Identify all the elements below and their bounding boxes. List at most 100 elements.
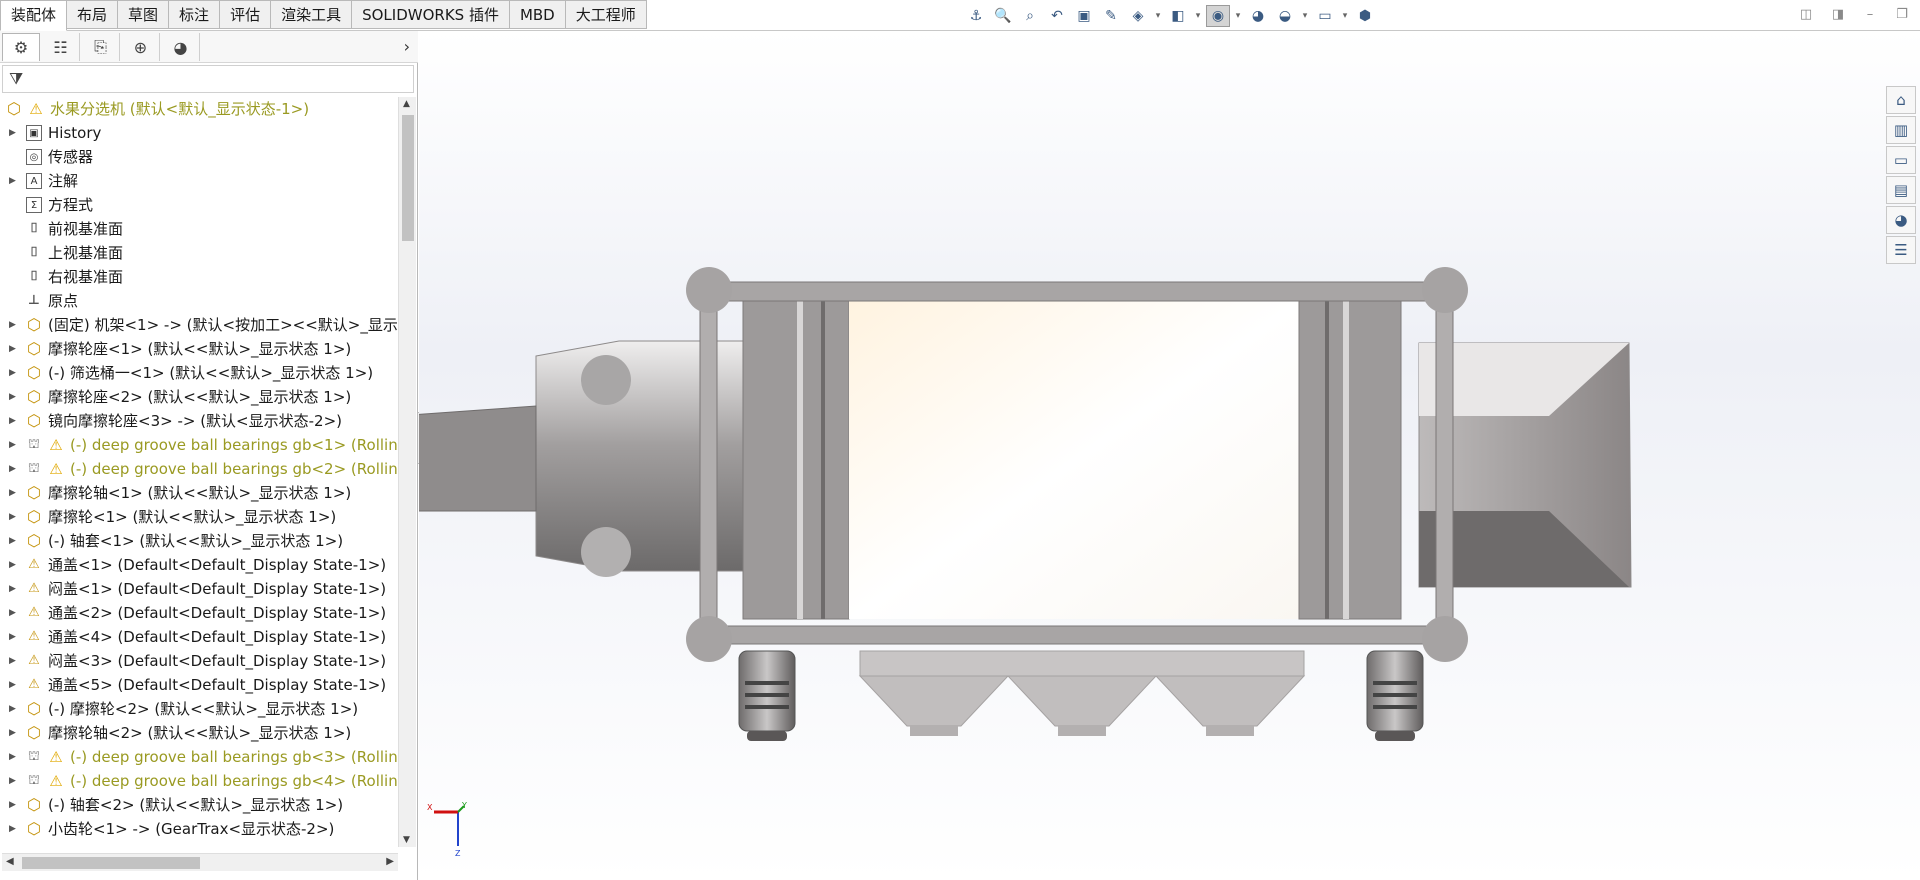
- chevron-down-icon[interactable]: ▾: [1193, 5, 1203, 27]
- tab-evaluate[interactable]: 评估: [220, 0, 272, 29]
- scroll-up-icon[interactable]: ▲: [403, 99, 410, 109]
- scroll-thumb[interactable]: [402, 115, 414, 241]
- tree-item[interactable]: ▶ ⬡ (-) 筛选桶一<1> (默认<<默认>_显示状态 1>): [0, 361, 402, 385]
- zoom-to-fit-icon[interactable]: 🔍: [991, 5, 1015, 27]
- custom-properties-icon[interactable]: ☰: [1886, 236, 1916, 264]
- expand-icon[interactable]: ▶: [9, 601, 19, 625]
- expand-icon[interactable]: ▶: [9, 817, 19, 841]
- expand-icon[interactable]: ▶: [9, 793, 19, 817]
- file-explorer-icon[interactable]: ▭: [1886, 146, 1916, 174]
- tile-right-icon[interactable]: ◨: [1828, 5, 1848, 25]
- tab-big-engineer[interactable]: 大工程师: [565, 0, 647, 29]
- tree-item[interactable]: ⬡ ⚠ 水果分选机 (默认<默认_显示状态-1>): [0, 97, 402, 121]
- tab-mbd[interactable]: MBD: [509, 0, 566, 29]
- expand-icon[interactable]: ▶: [9, 721, 19, 745]
- view-orientation-menu-icon[interactable]: ◈: [1126, 5, 1150, 27]
- tree-item[interactable]: ▶ ⬡ 小齿轮<1> -> (GearTrax<显示状态-2>): [0, 817, 402, 841]
- chevron-down-icon[interactable]: ▾: [1300, 5, 1310, 27]
- expand-icon[interactable]: ▶: [9, 121, 19, 145]
- tree-item[interactable]: ▶ A 注解: [0, 169, 402, 193]
- expand-icon[interactable]: ▶: [9, 769, 19, 793]
- tree-item[interactable]: ◎ 传感器: [0, 145, 402, 169]
- view-orientation-icon[interactable]: ⚓: [964, 5, 988, 27]
- tab-layout[interactable]: 布局: [67, 0, 119, 29]
- minimize-icon[interactable]: –: [1860, 5, 1880, 25]
- tree-item[interactable]: ▶ ⬡ (固定) 机架<1> -> (默认<按加工><<默认>_显示状: [0, 313, 402, 337]
- expand-icon[interactable]: ▶: [9, 529, 19, 553]
- tab-render-tools[interactable]: 渲染工具: [271, 0, 353, 29]
- scroll-down-icon[interactable]: ▼: [403, 835, 410, 845]
- tree-item[interactable]: ▶ ⛫ ⚠ (-) deep groove ball bearings gb<1> (…: [0, 433, 402, 457]
- configuration-manager-icon[interactable]: ⎘: [82, 33, 120, 61]
- assembly-model-view[interactable]: [419, 31, 1920, 880]
- tree-item[interactable]: ▶ ⛫ ⚠ (-) deep groove ball bearings gb<3> (…: [0, 745, 402, 769]
- 3d-view-icon[interactable]: ⬢: [1353, 5, 1377, 27]
- tree-item[interactable]: ▶ ⬡ 摩擦轮座<1> (默认<<默认>_显示状态 1>): [0, 337, 402, 361]
- section-view-icon[interactable]: ▣: [1072, 5, 1096, 27]
- apply-scene-icon[interactable]: ◒: [1273, 5, 1297, 27]
- restore-icon[interactable]: ❐: [1892, 5, 1912, 25]
- tree-item[interactable]: ⌷ 前视基准面: [0, 217, 402, 241]
- property-manager-icon[interactable]: ☷: [42, 33, 80, 61]
- view-palette-icon[interactable]: ▤: [1886, 176, 1916, 204]
- dimxpert-icon[interactable]: ⊕: [122, 33, 160, 61]
- home-icon[interactable]: ⌂: [1886, 86, 1916, 114]
- tree-item[interactable]: ▶ ⚠ 闷盖<1> (Default<Default_Display State-1…: [0, 577, 402, 601]
- previous-view-icon[interactable]: ↶: [1045, 5, 1069, 27]
- tree-item[interactable]: ▶ ⚠ 通盖<4> (Default<Default_Display State-1…: [0, 625, 402, 649]
- expand-icon[interactable]: ▶: [9, 361, 19, 385]
- expand-icon[interactable]: ▶: [9, 505, 19, 529]
- chevron-right-icon[interactable]: ›: [404, 37, 410, 56]
- tree-item[interactable]: ▶ ⬡ 摩擦轮座<2> (默认<<默认>_显示状态 1>): [0, 385, 402, 409]
- tile-left-icon[interactable]: ◫: [1796, 5, 1816, 25]
- expand-icon[interactable]: ▶: [9, 457, 19, 481]
- tree-item[interactable]: ▶ ⚠ 通盖<2> (Default<Default_Display State-1…: [0, 601, 402, 625]
- tree-item[interactable]: Σ 方程式: [0, 193, 402, 217]
- expand-icon[interactable]: ▶: [9, 649, 19, 673]
- expand-icon[interactable]: ▶: [9, 409, 19, 433]
- tree-item[interactable]: ⌷ 上视基准面: [0, 241, 402, 265]
- feature-manager-icon[interactable]: ⚙: [2, 33, 40, 61]
- chevron-down-icon[interactable]: ▾: [1233, 5, 1243, 27]
- design-library-icon[interactable]: ▥: [1886, 116, 1916, 144]
- display-manager-icon[interactable]: ◕: [162, 33, 200, 61]
- tree-item[interactable]: ▶ ⛫ ⚠ (-) deep groove ball bearings gb<2> (…: [0, 457, 402, 481]
- tree-filter[interactable]: ⧩: [2, 65, 414, 93]
- expand-icon[interactable]: ▶: [9, 313, 19, 337]
- tree-item[interactable]: ▶ ⚠ 闷盖<3> (Default<Default_Display State-1…: [0, 649, 402, 673]
- appearances-icon[interactable]: ◕: [1886, 206, 1916, 234]
- expand-icon[interactable]: ▶: [9, 337, 19, 361]
- tree-item[interactable]: ▶ ⬡ 镜向摩擦轮座<3> -> (默认<显示状态-2>): [0, 409, 402, 433]
- zoom-area-icon[interactable]: ⌕: [1018, 5, 1042, 27]
- tree-item[interactable]: ▶ ⚠ 通盖<5> (Default<Default_Display State-1…: [0, 673, 402, 697]
- edit-appearance-icon[interactable]: ◕: [1246, 5, 1270, 27]
- chevron-down-icon[interactable]: ▾: [1153, 5, 1163, 27]
- expand-icon[interactable]: ▶: [9, 433, 19, 457]
- view-settings-icon[interactable]: ▭: [1313, 5, 1337, 27]
- tab-assembly[interactable]: 装配体: [0, 0, 68, 31]
- hide-show-icon[interactable]: ◉: [1206, 5, 1230, 27]
- tree-item[interactable]: ▶ ⬡ 摩擦轮轴<2> (默认<<默认>_显示状态 1>): [0, 721, 402, 745]
- expand-icon[interactable]: ▶: [9, 673, 19, 697]
- tab-solidworks-addins[interactable]: SOLIDWORKS 插件: [352, 0, 510, 29]
- expand-icon[interactable]: ▶: [9, 385, 19, 409]
- tree-item[interactable]: ▶ ⛫ ⚠ (-) deep groove ball bearings gb<4> (…: [0, 769, 402, 793]
- tree-item[interactable]: ▶ ⬡ 摩擦轮<1> (默认<<默认>_显示状态 1>): [0, 505, 402, 529]
- dynamic-annotation-icon[interactable]: ✎: [1099, 5, 1123, 27]
- expand-icon[interactable]: ▶: [9, 745, 19, 769]
- tree-item[interactable]: ▶ ▣ History: [0, 121, 402, 145]
- display-style-icon[interactable]: ◧: [1166, 5, 1190, 27]
- tree-item[interactable]: ▶ ⚠ 通盖<1> (Default<Default_Display State-1…: [0, 553, 402, 577]
- tree-item[interactable]: ▶ ⬡ 摩擦轮轴<1> (默认<<默认>_显示状态 1>): [0, 481, 402, 505]
- expand-icon[interactable]: ▶: [9, 169, 19, 193]
- tab-sketch[interactable]: 草图: [118, 0, 170, 29]
- graphics-area[interactable]: [419, 31, 1920, 880]
- expand-icon[interactable]: ▶: [9, 481, 19, 505]
- tree-horizontal-scrollbar[interactable]: ◀ ▶: [2, 853, 398, 871]
- filter-icon[interactable]: ⧩: [9, 69, 23, 89]
- expand-icon[interactable]: ▶: [9, 553, 19, 577]
- scroll-left-icon[interactable]: ◀: [6, 856, 14, 867]
- expand-icon[interactable]: ▶: [9, 577, 19, 601]
- scroll-thumb[interactable]: [22, 857, 200, 869]
- expand-icon[interactable]: ▶: [9, 625, 19, 649]
